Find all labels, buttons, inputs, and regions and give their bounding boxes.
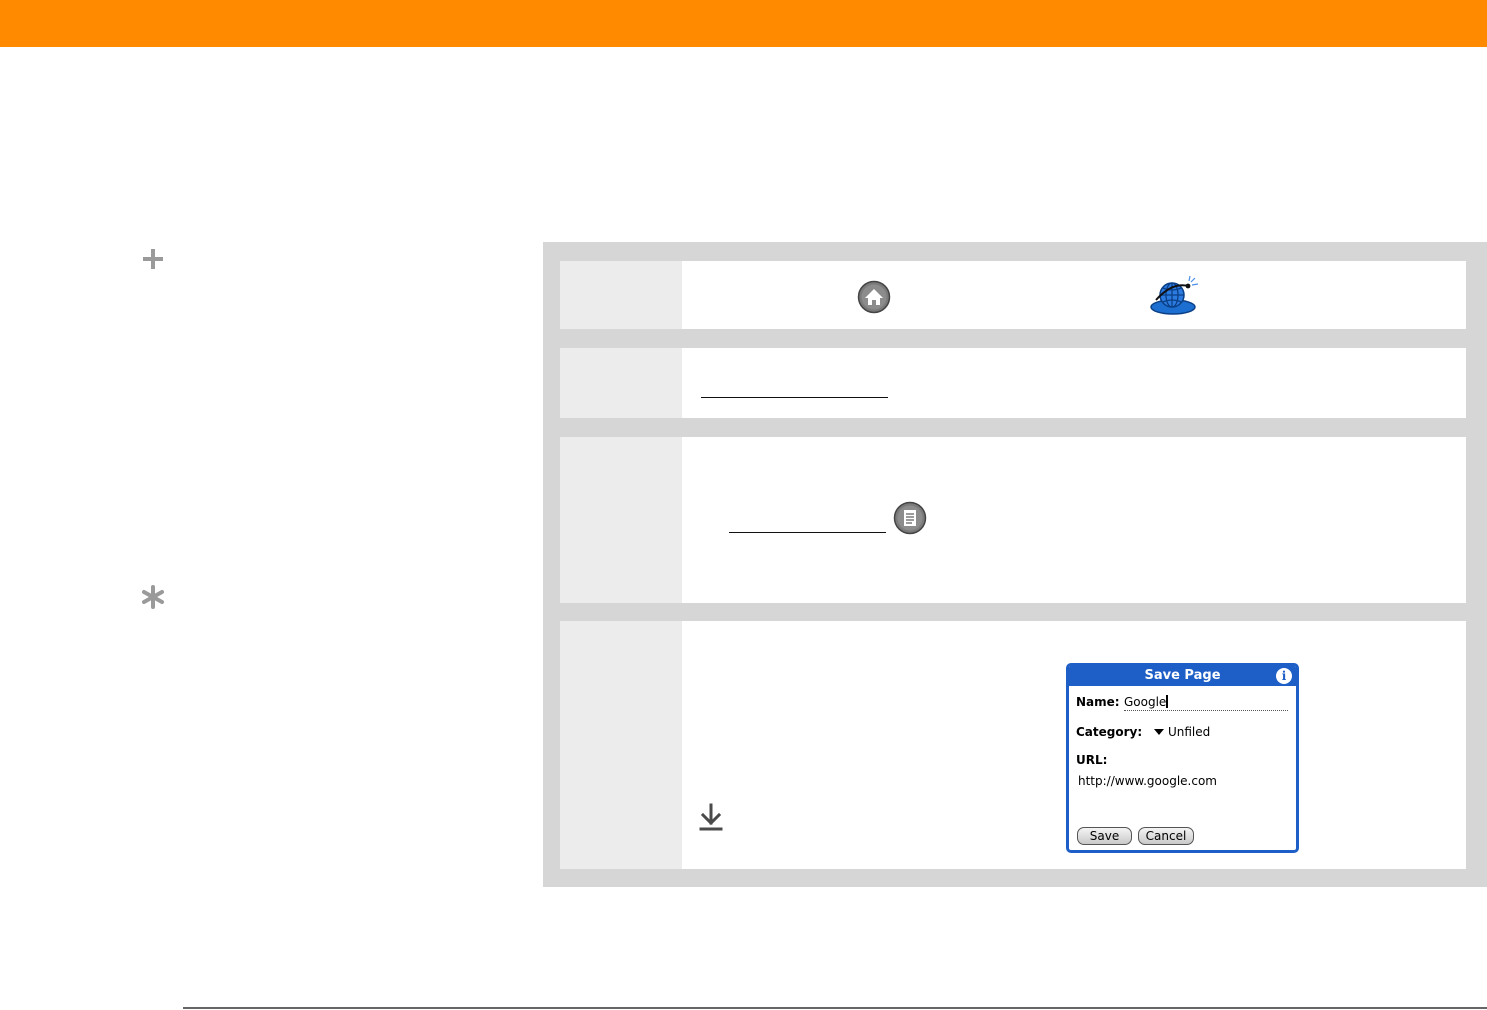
link-underline[interactable]: [701, 397, 888, 398]
url-field[interactable]: http://www.google.com: [1078, 774, 1217, 788]
category-picker[interactable]: Unfiled: [1146, 725, 1210, 739]
step-number-cell: [560, 621, 682, 869]
footer-rule: [183, 1007, 1487, 1009]
step-4: [560, 621, 1466, 869]
header-bar: [0, 0, 1487, 47]
plus-icon: [143, 249, 163, 269]
url-label: URL:: [1076, 753, 1108, 767]
category-row: Category: Unfiled: [1076, 725, 1210, 739]
dialog-title: Save Page: [1144, 668, 1221, 683]
step-number-cell: [560, 437, 682, 603]
asterisk-icon: [142, 585, 164, 609]
text-cursor: [1166, 695, 1169, 708]
home-icon: [857, 280, 891, 314]
dialog-title-bar: Save Page i: [1069, 666, 1296, 686]
download-arrow-icon: [699, 803, 723, 831]
name-field[interactable]: Google: [1124, 695, 1288, 711]
category-value: Unfiled: [1167, 725, 1211, 739]
save-page-dialog: Save Page i Name: Google Category: Unfil…: [1066, 663, 1299, 853]
web-browser-icon: [1150, 276, 1199, 315]
category-label: Category:: [1076, 725, 1143, 739]
chevron-down-icon: [1153, 729, 1164, 735]
save-button[interactable]: Save: [1077, 827, 1132, 845]
info-icon[interactable]: i: [1276, 668, 1292, 684]
menu-icon: [893, 501, 927, 535]
step-2: [560, 348, 1466, 418]
name-row: Name: Google: [1076, 695, 1288, 711]
name-value: Google: [1124, 695, 1167, 709]
cancel-button[interactable]: Cancel: [1138, 827, 1194, 845]
step-number-cell: [560, 261, 682, 329]
step-3: [560, 437, 1466, 603]
step-1: [560, 261, 1466, 329]
step-number-cell: [560, 348, 682, 418]
link-underline[interactable]: [729, 532, 886, 533]
steps-panel: [543, 242, 1487, 887]
name-label: Name:: [1076, 695, 1120, 709]
